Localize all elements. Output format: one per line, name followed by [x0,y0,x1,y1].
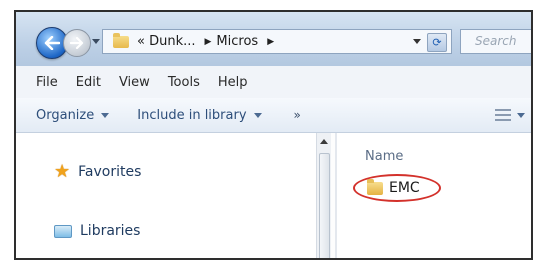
star-icon: ★ [54,161,71,182]
chevron-down-icon [101,112,110,118]
folder-icon [367,178,383,195]
recent-pages-dropdown[interactable] [92,39,100,44]
chevron-down-icon [253,112,262,118]
address-history-dropdown[interactable] [413,39,421,44]
breadcrumb-separator-icon[interactable]: ▶ [267,37,274,47]
folder-icon [113,32,129,48]
file-list: Name EMC [337,133,531,258]
nav-item-libraries[interactable]: Libraries [54,223,140,239]
address-bar[interactable]: « Dunk... ▶ Micros ▶ ⟳ [102,29,452,54]
library-icon [54,224,72,238]
list-item[interactable]: EMC [367,176,420,200]
search-input[interactable]: Search [460,29,531,54]
navigation-pane: ★ Favorites Libraries [16,133,316,258]
menu-tools[interactable]: Tools [168,75,200,90]
menu-edit[interactable]: Edit [76,75,101,90]
nav-pane-scrollbar[interactable] [316,133,331,258]
views-icon[interactable] [495,109,511,121]
organize-label: Organize [36,107,95,123]
back-arrow-icon [44,36,60,50]
organize-button[interactable]: Organize [36,107,110,123]
breadcrumb-micros[interactable]: Micros [216,34,258,49]
breadcrumb-overflow[interactable]: « Dunk... [137,34,196,49]
forward-arrow-icon [70,37,84,49]
nav-item-label: Favorites [78,164,142,180]
include-in-library-label: Include in library [137,107,247,123]
more-commands-button[interactable]: » [294,108,301,122]
scrollbar-thumb[interactable] [319,153,330,258]
menu-view[interactable]: View [119,75,150,90]
refresh-icon[interactable]: ⟳ [427,33,447,52]
file-name: EMC [389,180,420,196]
explorer-window: « Dunk... ▶ Micros ▶ ⟳ Search File Edit … [14,10,533,260]
command-bar: Organize Include in library » [16,98,531,133]
menu-file[interactable]: File [36,75,58,90]
scroll-up-icon[interactable] [320,139,328,144]
menu-help[interactable]: Help [218,75,248,90]
menu-bar: File Edit View Tools Help [16,66,531,99]
breadcrumb-separator-icon[interactable]: ▶ [205,37,212,47]
nav-item-label: Libraries [80,223,141,239]
nav-item-favorites[interactable]: ★ Favorites [54,163,141,181]
column-header-name[interactable]: Name [365,149,403,164]
forward-button[interactable] [63,29,91,57]
include-in-library-button[interactable]: Include in library [137,107,262,123]
views-dropdown[interactable] [517,113,525,118]
title-bar: « Dunk... ▶ Micros ▶ ⟳ Search [16,12,531,66]
